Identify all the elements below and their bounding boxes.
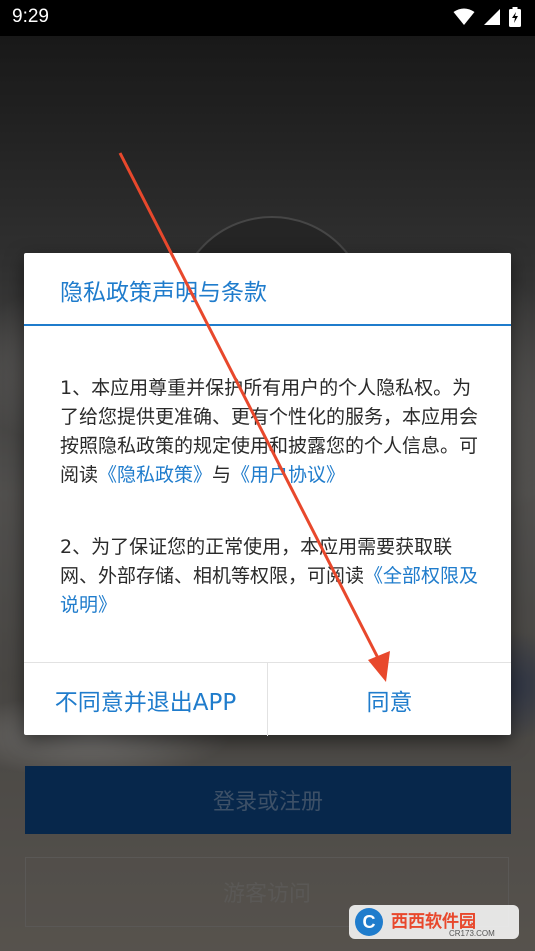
battery-charging-icon [509,7,521,27]
privacy-paragraph-1: 1、本应用尊重并保护所有用户的个人隐私权。为了给您提供更准确、更有个性化的服务，… [60,374,485,490]
privacy-dialog: 隐私政策声明与条款 1、本应用尊重并保护所有用户的个人隐私权。为了给您提供更准确… [24,253,511,736]
status-bar: 9:29 [0,0,535,36]
dialog-actions: 不同意并退出APP 同意 [24,662,511,736]
privacy-policy-link[interactable]: 《隐私政策》 [98,464,212,486]
status-time: 9:29 [12,6,49,27]
agree-label: 同意 [366,689,413,716]
paragraph-1-and: 与 [212,464,232,486]
watermark-domain: CR173.COM [449,929,495,938]
watermark-logo: C 西西软件园 CR173.COM [349,905,519,939]
decline-label: 不同意并退出APP [54,689,237,716]
agree-button[interactable]: 同意 [268,663,511,736]
privacy-paragraph-2: 2、为了保证您的正常使用，本应用需要获取联网、外部存储、相机等权限，可阅读《全部… [60,533,485,620]
decline-exit-button[interactable]: 不同意并退出APP [24,663,268,736]
title-divider [24,324,511,326]
user-agreement-link[interactable]: 《用户协议》 [231,464,345,486]
dialog-title: 隐私政策声明与条款 [60,280,267,306]
svg-text:C: C [363,912,376,932]
wifi-icon [453,8,475,25]
signal-icon [484,9,500,25]
